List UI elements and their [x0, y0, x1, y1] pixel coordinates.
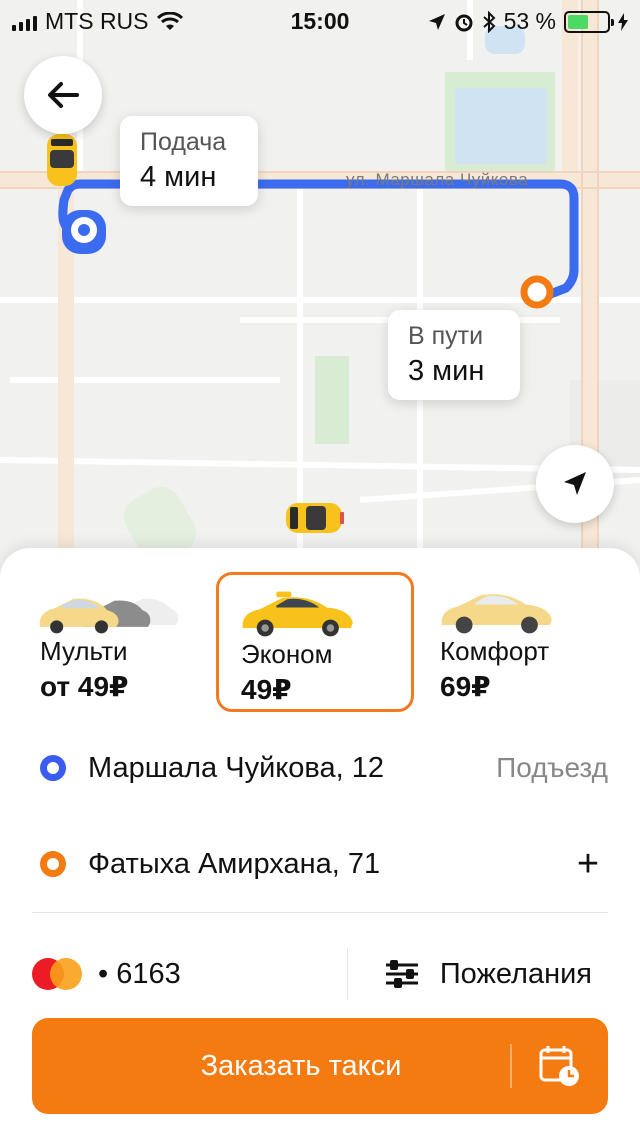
- divider: [346, 948, 348, 1000]
- pickup-eta-title: Подача: [140, 128, 227, 156]
- arrow-left-icon: [48, 82, 79, 108]
- order-taxi-button[interactable]: Заказать такси: [32, 1018, 608, 1114]
- battery-icon: [564, 10, 614, 33]
- wishes-button[interactable]: Пожелания: [384, 958, 592, 991]
- location-arrow-icon: [564, 472, 586, 495]
- calendar-clock-icon: [539, 1046, 579, 1086]
- entrance-button[interactable]: Подъезд: [496, 752, 608, 784]
- tariff-multi-name: Мульти: [40, 636, 128, 666]
- origin-dot-icon: [40, 755, 66, 781]
- mastercard-icon[interactable]: [32, 958, 82, 990]
- tariff-economy-price: 49₽: [241, 674, 292, 705]
- tariff-comfort-name: Комфорт: [440, 636, 550, 666]
- pickup-eta-value: 4 мин: [140, 161, 217, 193]
- back-button[interactable]: [24, 56, 102, 134]
- economy-car-icon: [242, 591, 353, 637]
- tariff-economy[interactable]: Эконом 49₽: [216, 572, 414, 712]
- divider: [32, 912, 608, 913]
- charging-bolt-icon: [618, 12, 628, 31]
- payment-card[interactable]: • 6163: [98, 958, 181, 991]
- pickup-eta-bubble: Подача 4 мин: [120, 116, 258, 206]
- sliders-icon: [385, 960, 418, 988]
- location-services-icon: [428, 13, 445, 30]
- schedule-button[interactable]: [512, 1018, 608, 1114]
- order-taxi-label: Заказать такси: [200, 1049, 402, 1082]
- trip-eta-bubble: В пути 3 мин: [388, 310, 520, 400]
- add-stop-icon[interactable]: +: [568, 843, 608, 886]
- pickup-address: Маршала Чуйкова, 12: [88, 751, 384, 784]
- destination-dot-icon: [40, 851, 66, 877]
- taxi-car-icon: [286, 503, 344, 533]
- tariff-multi-price: от 49₽: [40, 671, 129, 702]
- destination-address-row[interactable]: Фатыха Амирхана, 71 +: [32, 834, 608, 894]
- trip-eta-value: 3 мин: [408, 355, 485, 387]
- tariff-economy-name: Эконом: [241, 639, 333, 669]
- comfort-car-icon: [441, 594, 552, 634]
- tariff-comfort-price: 69₽: [440, 671, 491, 702]
- trip-eta-title: В пути: [408, 322, 484, 350]
- payment-row: • 6163 Пожелания: [32, 944, 608, 1004]
- status-bar: MTS RUS 15:00 53 %: [0, 0, 640, 40]
- pickup-address-row[interactable]: Маршала Чуйкова, 12 Подъезд: [32, 738, 608, 798]
- tariff-comfort[interactable]: Комфорт 69₽: [418, 572, 616, 712]
- street-label: ул. Маршала Чуйкова: [346, 170, 529, 189]
- locate-me-button[interactable]: [536, 445, 614, 523]
- map[interactable]: ул. Маршала Чуйкова Подача 4 мин В пути …: [0, 0, 640, 620]
- tariff-multi[interactable]: Мульти от 49₽: [18, 572, 216, 712]
- wishes-label: Пожелания: [439, 957, 592, 990]
- alarm-icon: [455, 14, 473, 31]
- tariff-selector: Мульти от 49₽ Эконом 49₽ Комфорт 69₽: [0, 572, 640, 712]
- multi-cars-icon: [39, 598, 178, 634]
- taxi-car-icon: [47, 134, 77, 186]
- order-sheet: Мульти от 49₽ Эконом 49₽ Комфорт 69₽ Мар…: [0, 548, 640, 1136]
- bluetooth-icon: [482, 10, 496, 33]
- battery-percent: 53 %: [503, 8, 556, 34]
- destination-address: Фатыха Амирхана, 71: [88, 847, 381, 880]
- origin-marker: [62, 210, 106, 254]
